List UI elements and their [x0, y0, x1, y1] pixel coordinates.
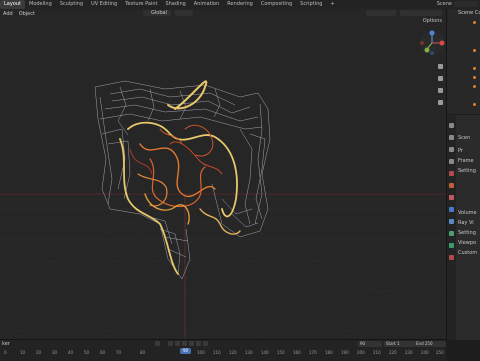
workspace-bar: Layout Modeling Sculpting UV Editing Tex…: [0, 0, 480, 9]
tab-scripting[interactable]: Scripting: [296, 0, 326, 9]
outliner-row[interactable]: [447, 54, 480, 63]
properties-panel: Scen Pr Frame Setting Volume Ray Vi Sett…: [446, 115, 480, 340]
frame-tick: 80: [140, 350, 146, 355]
object-icon: [473, 85, 476, 88]
frame-tick: 60: [100, 350, 106, 355]
scene-tab-icon[interactable]: [449, 171, 454, 176]
view-layer-tab-icon[interactable]: [449, 159, 454, 164]
outliner-panel: Scene Co: [446, 9, 480, 114]
frame-tick: 70: [116, 350, 122, 355]
tab-animation[interactable]: Animation: [190, 0, 224, 9]
panel-volumes[interactable]: Volume: [458, 210, 477, 216]
object-tab-icon[interactable]: [449, 195, 454, 200]
tab-layout[interactable]: Layout: [0, 0, 25, 9]
prev-key-button[interactable]: [175, 341, 180, 346]
scene-label: Scene: [436, 1, 452, 7]
menu-add[interactable]: Add: [0, 11, 16, 17]
frame-tick: 110: [213, 350, 221, 355]
timeline-panel[interactable]: ker 90 Start 1 End 250 0 10 20 30 40 50 …: [0, 339, 446, 361]
frame-tick: 170: [309, 350, 317, 355]
frame-tick: 140: [261, 350, 269, 355]
start-frame-field[interactable]: Start 1: [384, 341, 414, 347]
panel-ray-visibility[interactable]: Ray Vi: [458, 220, 474, 226]
frame-tick: 160: [293, 350, 301, 355]
frame-tick: 240: [421, 350, 429, 355]
visibility-buttons[interactable]: [366, 10, 396, 16]
frame-tick: 0: [4, 350, 7, 355]
panel-frame-rate[interactable]: Frame: [458, 158, 474, 164]
3d-viewport[interactable]: Add Object Global Options: [0, 9, 446, 339]
timeline-mode-label[interactable]: ker: [2, 341, 10, 347]
render-tab-icon[interactable]: [449, 135, 454, 140]
panel-settings[interactable]: Setting: [458, 168, 476, 174]
menu-object[interactable]: Object: [16, 11, 38, 17]
object-icon: [473, 49, 476, 52]
tab-rendering[interactable]: Rendering: [223, 0, 257, 9]
tab-compositing[interactable]: Compositing: [257, 0, 296, 9]
panel-custom-properties[interactable]: Custom: [458, 250, 477, 256]
frame-tick: 40: [68, 350, 74, 355]
world-tab-icon[interactable]: [449, 183, 454, 188]
frame-tick: 120: [229, 350, 237, 355]
end-label: End: [416, 341, 424, 346]
shading-buttons[interactable]: [400, 10, 442, 16]
frame-tick: 230: [405, 350, 413, 355]
frame-tick: 210: [373, 350, 381, 355]
output-tab-icon[interactable]: [449, 147, 454, 152]
particles-tab-icon[interactable]: [449, 219, 454, 224]
panel-settings-2[interactable]: Setting: [458, 230, 476, 236]
jump-end-button[interactable]: [203, 341, 208, 346]
outliner-row[interactable]: [447, 36, 480, 45]
frame-tick: 150: [277, 350, 285, 355]
current-frame-indicator[interactable]: 90: [180, 348, 191, 354]
tab-texture-paint[interactable]: Texture Paint: [121, 0, 161, 9]
frame-tick: 100: [197, 350, 205, 355]
modifier-tab-icon[interactable]: [449, 207, 454, 212]
tab-uv-editing[interactable]: UV Editing: [87, 0, 121, 9]
panel-viewport-display[interactable]: Viewpo: [458, 240, 476, 246]
frame-tick: 10: [20, 350, 26, 355]
scene-selector[interactable]: [454, 1, 478, 7]
frame-tick: 50: [84, 350, 90, 355]
outliner-row[interactable]: [447, 27, 480, 36]
options-dropdown[interactable]: Options: [423, 18, 442, 24]
orientation-label: Global: [151, 10, 167, 16]
outliner-row[interactable]: Scene Co: [447, 9, 480, 18]
tab-sculpting[interactable]: Sculpting: [56, 0, 87, 9]
add-workspace-button[interactable]: +: [326, 0, 338, 9]
jump-start-button[interactable]: [168, 341, 173, 346]
collection-icon: [473, 21, 476, 24]
frame-tick: 30: [52, 350, 58, 355]
frame-tick: 180: [325, 350, 333, 355]
properties-field[interactable]: Pr: [458, 148, 463, 154]
snap-toggle[interactable]: [175, 10, 193, 16]
physics-tab-icon[interactable]: [449, 231, 454, 236]
properties-header: Scen: [458, 135, 471, 141]
frame-tick: 20: [36, 350, 42, 355]
frame-tick: 220: [389, 350, 397, 355]
tool-tab-icon[interactable]: [449, 123, 454, 128]
frame-tick: 190: [341, 350, 349, 355]
properties-tabs: [447, 115, 456, 340]
tab-shading[interactable]: Shading: [161, 0, 189, 9]
end-value: 250: [424, 341, 433, 346]
start-label: Start: [386, 341, 396, 346]
start-value: 1: [397, 341, 400, 346]
frame-tick: 130: [245, 350, 253, 355]
data-tab-icon[interactable]: [449, 243, 454, 248]
keyframe-button[interactable]: [155, 341, 160, 346]
tab-modeling[interactable]: Modeling: [25, 0, 56, 9]
object-icon: [473, 103, 476, 106]
play-reverse-button[interactable]: [182, 341, 187, 346]
play-button[interactable]: [189, 341, 194, 346]
end-frame-field[interactable]: End 250: [414, 341, 446, 347]
object-icon: [473, 76, 476, 79]
current-frame-field[interactable]: 90: [358, 341, 382, 347]
material-tab-icon[interactable]: [449, 255, 454, 260]
frame-tick: 250: [436, 350, 444, 355]
viewport-canvas: [0, 9, 446, 339]
object-icon: [473, 67, 476, 70]
next-key-button[interactable]: [196, 341, 201, 346]
frame-tick: 200: [357, 350, 365, 355]
